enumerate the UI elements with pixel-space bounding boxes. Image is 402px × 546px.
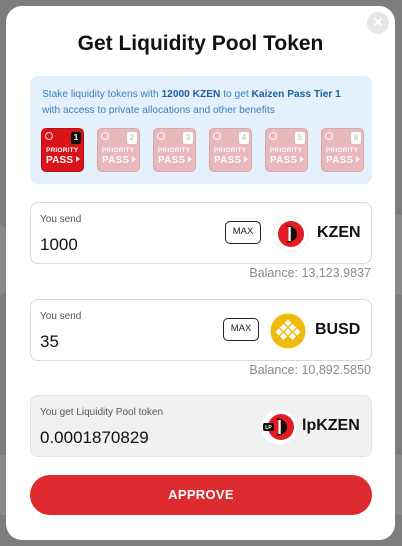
busd-balance: Balance: 10,892.5850: [249, 363, 371, 377]
receive-lp-value: 0.0001870829: [40, 428, 149, 447]
play-arrow-icon: [188, 156, 192, 162]
token-name: lpKZEN: [302, 417, 360, 434]
lpkzen-token-icon: LP: [261, 409, 297, 445]
pass-tier: Kaizen Pass Tier 1: [251, 89, 341, 100]
info-text-suffix: with access to private allocations and o…: [42, 105, 275, 116]
send-busd-field: You send MAX BUSD: [30, 299, 372, 361]
info-banner: Stake liquidity tokens with 12000 KZEN t…: [30, 76, 372, 184]
pass-label-bottom: PASS: [214, 155, 242, 166]
pass-tier-card[interactable]: 4 PRIORITY PASS: [209, 128, 252, 172]
modal-title: Get Liquidity Pool Token: [77, 32, 324, 55]
pass-label-bottom: PASS: [158, 155, 186, 166]
pass-tier-number: 2: [127, 132, 137, 144]
approve-button[interactable]: APPROVE: [30, 475, 372, 515]
close-button[interactable]: ×: [367, 12, 389, 34]
pass-tier-card[interactable]: 2 PRIORITY PASS: [97, 128, 140, 172]
kaizen-logo-icon: [101, 132, 109, 140]
info-text: Stake liquidity tokens with 12000 KZEN t…: [42, 87, 360, 119]
kzen-balance: Balance: 13,123.9837: [249, 266, 371, 280]
receive-lp-field: You get Liquidity Pool token 0.000187082…: [30, 395, 372, 457]
liquidity-pool-modal: × Get Liquidity Pool Token Stake liquidi…: [6, 6, 395, 540]
busd-token-icon: [270, 313, 306, 349]
pass-tier-card[interactable]: 1 PRIORITY PASS: [41, 128, 84, 172]
field-label: You send: [40, 311, 82, 322]
info-text-middle: to get: [220, 89, 252, 100]
play-arrow-icon: [76, 156, 80, 162]
pass-label-top: PRIORITY: [158, 147, 191, 154]
play-arrow-icon: [300, 156, 304, 162]
svg-text:LP: LP: [265, 425, 272, 431]
close-icon: ×: [373, 14, 383, 31]
field-label: You send: [40, 214, 82, 225]
kaizen-logo-icon: [325, 132, 333, 140]
max-button[interactable]: MAX: [223, 318, 259, 341]
pass-tier-number: 1: [71, 132, 81, 144]
send-kzen-field: You send MAX KZEN: [30, 202, 372, 264]
play-arrow-icon: [244, 156, 248, 162]
pass-label-bottom: PASS: [102, 155, 130, 166]
kzen-token-icon: [273, 216, 309, 252]
kaizen-logo-icon: [213, 132, 221, 140]
pass-tier-list: 1 PRIORITY PASS 2 PRIORITY PASS 3 PRIORITY PASS 4…: [41, 128, 364, 172]
pass-label-top: PRIORITY: [46, 147, 79, 154]
send-kzen-input[interactable]: [40, 235, 220, 255]
pass-label-top: PRIORITY: [270, 147, 303, 154]
pass-tier-number: 4: [239, 132, 249, 144]
stake-amount: 12000 KZEN: [161, 89, 221, 100]
kaizen-logo-icon: [157, 132, 165, 140]
send-busd-input[interactable]: [40, 332, 220, 352]
pass-tier-card[interactable]: 6 PRIORITY PASS: [321, 128, 364, 172]
kaizen-logo-icon: [269, 132, 277, 140]
token-name: BUSD: [315, 321, 361, 338]
pass-label-bottom: PASS: [270, 155, 298, 166]
kaizen-logo-icon: [45, 132, 53, 140]
field-label: You get Liquidity Pool token: [40, 407, 164, 418]
play-arrow-icon: [132, 156, 136, 162]
pass-tier-card[interactable]: 3 PRIORITY PASS: [153, 128, 196, 172]
pass-label-bottom: PASS: [326, 155, 354, 166]
pass-label-bottom: PASS: [46, 155, 74, 166]
pass-label-top: PRIORITY: [326, 147, 359, 154]
max-button[interactable]: MAX: [225, 221, 261, 244]
pass-tier-card[interactable]: 5 PRIORITY PASS: [265, 128, 308, 172]
info-text-prefix: Stake liquidity tokens with: [42, 89, 162, 100]
play-arrow-icon: [356, 156, 360, 162]
pass-label-top: PRIORITY: [214, 147, 247, 154]
token-name: KZEN: [317, 224, 361, 241]
pass-label-top: PRIORITY: [102, 147, 135, 154]
pass-tier-number: 5: [295, 132, 305, 144]
pass-tier-number: 6: [351, 132, 361, 144]
pass-tier-number: 3: [183, 132, 193, 144]
